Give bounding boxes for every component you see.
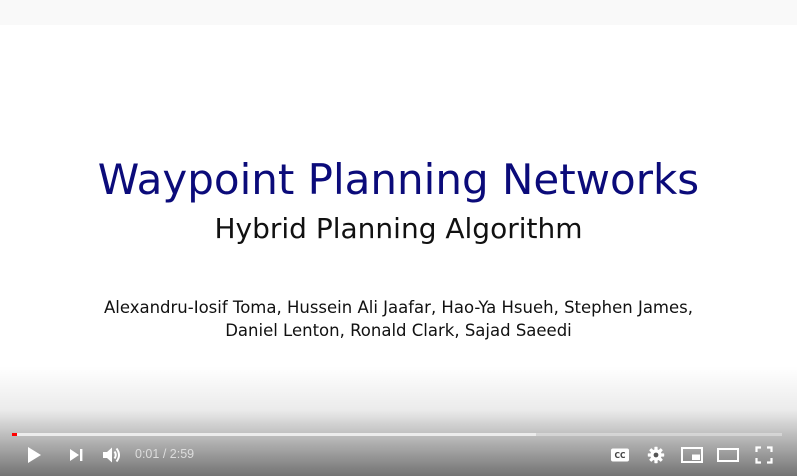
captions-button[interactable]: CC xyxy=(606,440,634,470)
slide-title: Waypoint Planning Networks xyxy=(97,155,700,204)
miniplayer-icon xyxy=(681,447,703,463)
theater-icon xyxy=(717,448,739,462)
next-button[interactable] xyxy=(62,440,90,470)
theater-button[interactable] xyxy=(714,440,742,470)
miniplayer-button[interactable] xyxy=(678,440,706,470)
fullscreen-button[interactable] xyxy=(750,440,778,470)
play-icon xyxy=(26,446,42,464)
authors-line-2: Daniel Lenton, Ronald Clark, Sajad Saeed… xyxy=(225,321,572,340)
captions-icon: CC xyxy=(610,447,630,463)
next-icon xyxy=(68,447,84,463)
fullscreen-icon xyxy=(755,446,773,464)
volume-icon xyxy=(101,446,123,464)
progress-loaded xyxy=(12,433,536,436)
slide-subtitle: Hybrid Planning Algorithm xyxy=(214,212,583,245)
svg-text:CC: CC xyxy=(614,451,626,460)
duration: 2:59 xyxy=(169,447,195,461)
slide-authors: Alexandru-Iosif Toma, Hussein Ali Jaafar… xyxy=(0,296,797,342)
progress-played xyxy=(12,433,17,436)
volume-button[interactable] xyxy=(98,440,126,470)
gear-icon xyxy=(647,446,665,464)
settings-button[interactable] xyxy=(642,440,670,470)
authors-line-1: Alexandru-Iosif Toma, Hussein Ali Jaafar… xyxy=(103,298,693,317)
current-time: 0:01 xyxy=(135,447,160,461)
play-button[interactable] xyxy=(20,440,48,470)
time-display: 0:01 / 2:59 xyxy=(135,447,194,461)
progress-bar[interactable] xyxy=(12,433,782,436)
control-bar: 0:01 / 2:59 CC xyxy=(0,440,797,472)
video-player[interactable]: Waypoint Planning Networks Hybrid Planni… xyxy=(0,0,797,476)
time-separator: / xyxy=(159,447,170,461)
